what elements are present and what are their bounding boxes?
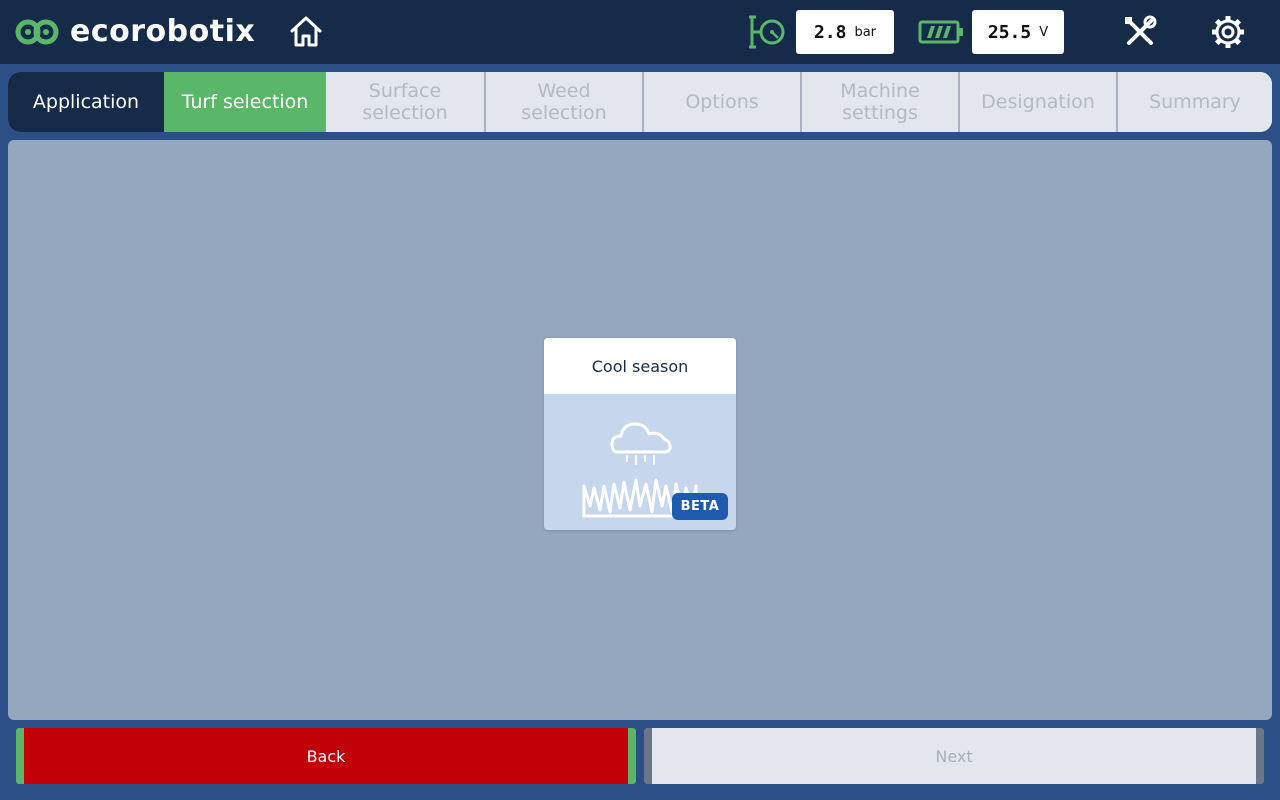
step-machine-settings-label: Machine settings [840,80,920,124]
voltage-value: 25.5 [987,21,1032,43]
step-surface-selection: Surface selection [326,72,484,132]
home-icon[interactable] [286,12,326,52]
gear-icon[interactable] [1208,12,1248,52]
voltage-unit: V [1039,24,1049,40]
brand-name: ecorobotix [70,14,256,49]
card-title: Cool season [544,338,736,394]
step-turf-selection[interactable]: Turf selection [164,72,326,132]
step-application[interactable]: Application [8,72,164,132]
step-summary: Summary [1116,72,1272,132]
top-bar: ecorobotix 2.8 bar 25.5 V [0,0,1280,64]
turf-option-card[interactable]: Cool season BETA [544,338,736,530]
pressure-gauge-icon [749,15,785,49]
pressure-unit: bar [854,24,877,40]
voltage-readout: 25.5 V [972,10,1064,54]
pressure-value: 2.8 [813,21,847,43]
back-button[interactable]: Back [16,728,636,784]
selection-panel: Cool season BETA [8,140,1272,720]
battery-icon [918,20,963,44]
beta-badge: BETA [672,493,728,520]
step-weed-selection-label: Weed selection [521,80,607,124]
next-button[interactable]: Next [644,728,1264,784]
wizard-steps: Application Turf selection Surface selec… [8,72,1272,132]
step-surface-selection-label: Surface selection [362,80,448,124]
step-machine-settings: Machine settings [800,72,958,132]
pressure-readout: 2.8 bar [796,10,894,54]
step-designation: Designation [958,72,1116,132]
tools-icon[interactable] [1122,14,1158,50]
step-options: Options [642,72,800,132]
step-weed-selection: Weed selection [484,72,642,132]
ecorobotix-logo-icon [15,19,59,45]
brand-logo: ecorobotix [14,14,255,50]
